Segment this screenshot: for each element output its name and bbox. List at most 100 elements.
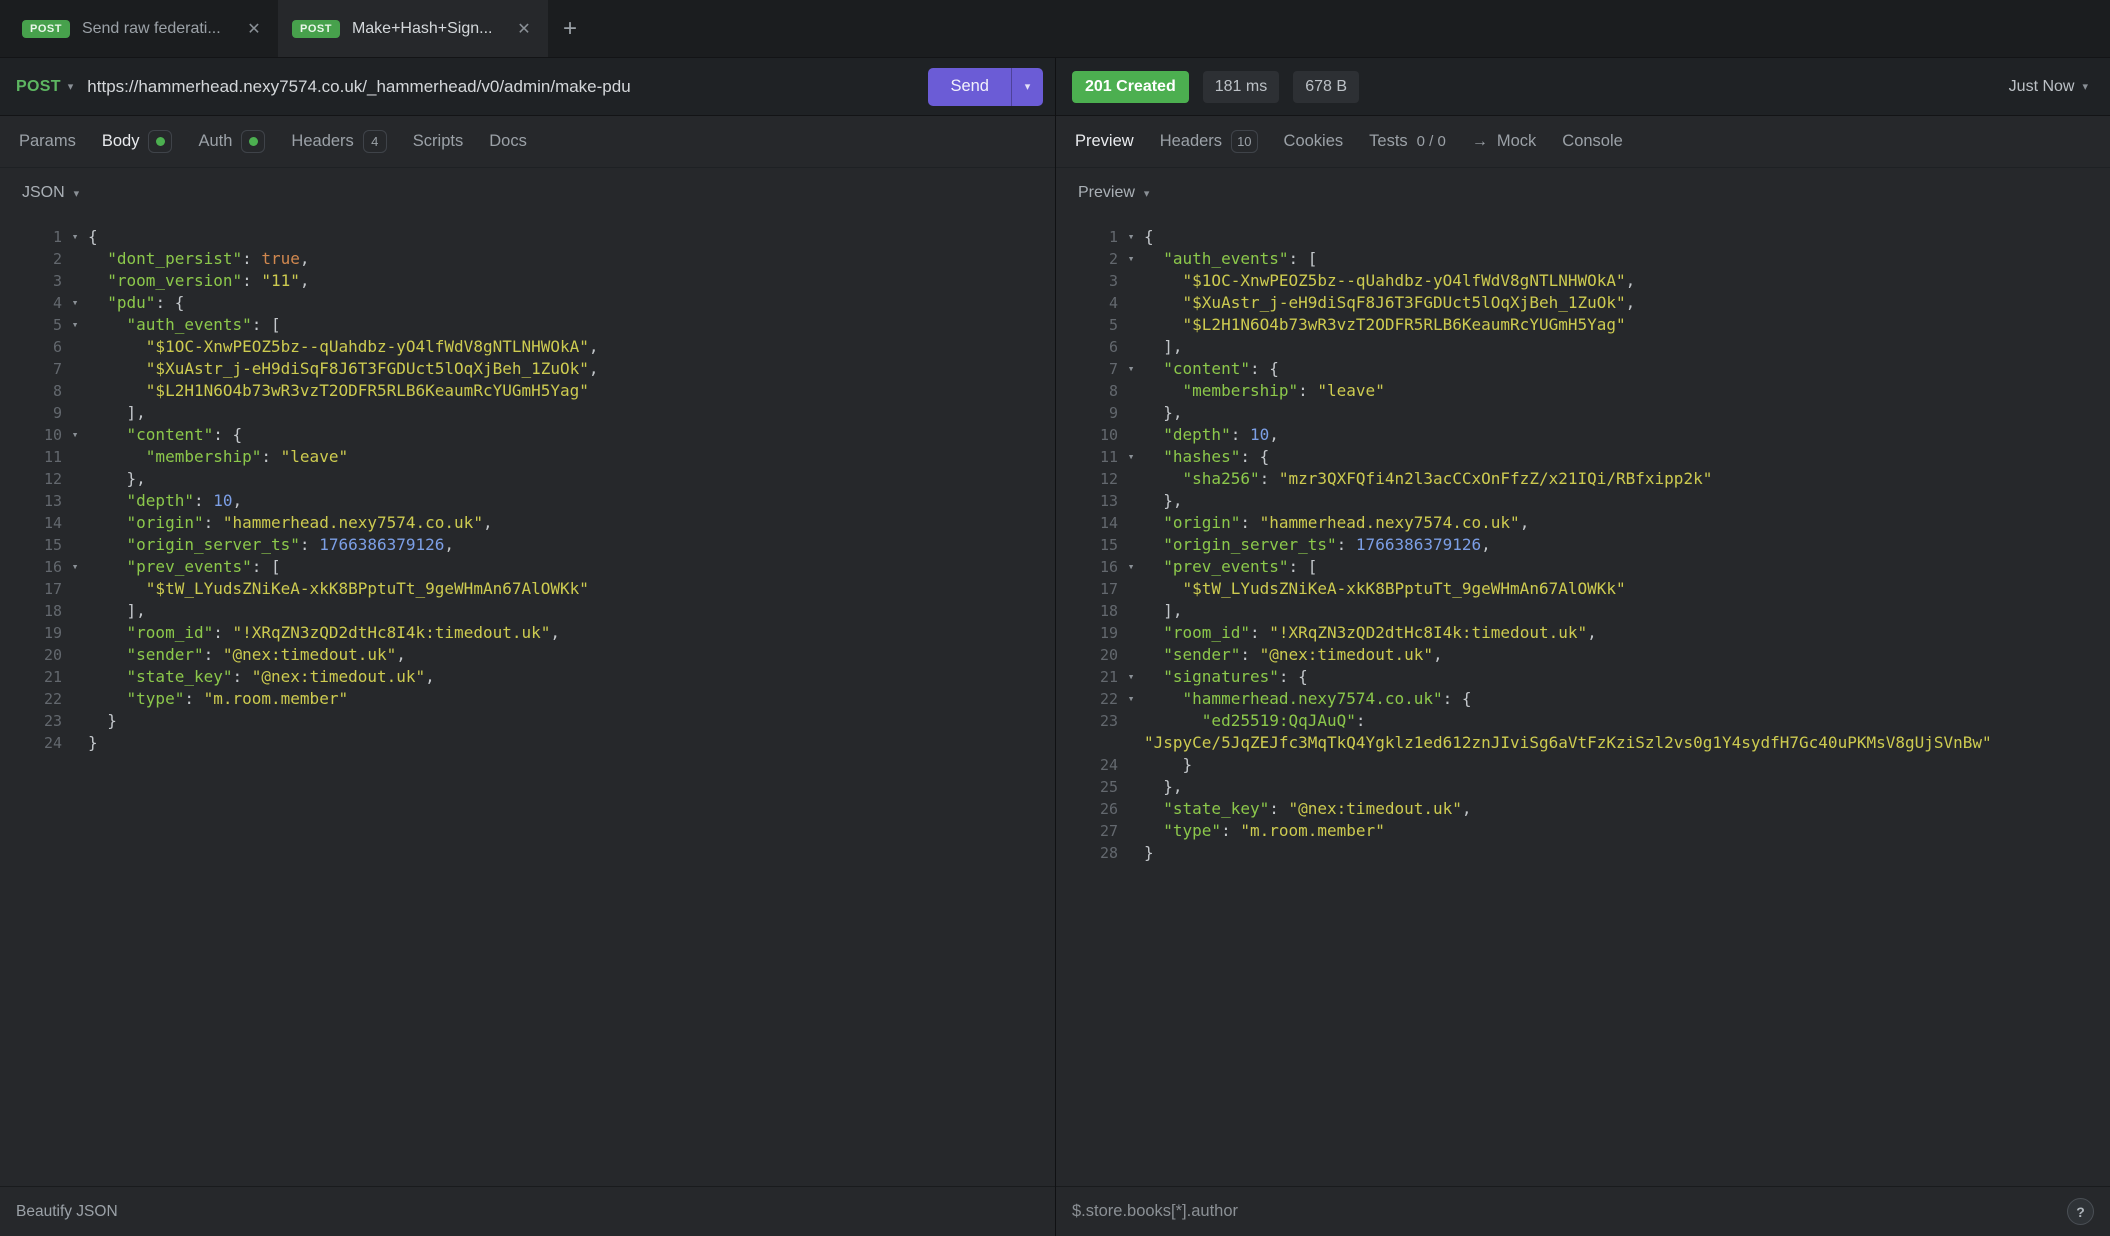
method-badge: POST bbox=[22, 20, 70, 38]
green-dot-icon bbox=[249, 137, 258, 146]
tab-params[interactable]: Params bbox=[6, 116, 89, 167]
close-icon[interactable]: ✕ bbox=[244, 19, 264, 39]
code-line: 26 "state_key": "@nex:timedout.uk", bbox=[1064, 798, 2110, 820]
code-text: { bbox=[1144, 226, 1154, 248]
code-text: "prev_events": [ bbox=[88, 556, 281, 578]
fold-spacer bbox=[1118, 578, 1144, 600]
response-age-label: Just Now bbox=[2009, 78, 2075, 96]
code-text: "room_version": "11", bbox=[88, 270, 310, 292]
tab-response-headers[interactable]: Headers 10 bbox=[1147, 116, 1271, 167]
tab-title: Make+Hash+Sign... bbox=[352, 20, 502, 38]
send-button[interactable]: Send bbox=[928, 68, 1011, 106]
body-type-select[interactable]: JSON ▾ bbox=[0, 168, 1055, 218]
code-text: "state_key": "@nex:timedout.uk", bbox=[1144, 798, 1472, 820]
tab-cookies[interactable]: Cookies bbox=[1271, 116, 1357, 167]
code-line: 16▾ "prev_events": [ bbox=[1064, 556, 2110, 578]
fold-caret-icon[interactable]: ▾ bbox=[1118, 226, 1144, 248]
response-subtabs: Preview Headers 10 Cookies Tests 0 / 0 →… bbox=[1056, 116, 2110, 168]
url-input[interactable]: https://hammerhead.nexy7574.co.uk/_hamme… bbox=[87, 77, 914, 97]
beautify-json-button[interactable]: Beautify JSON bbox=[16, 1203, 118, 1221]
code-text: "origin_server_ts": 1766386379126, bbox=[1144, 534, 1491, 556]
fold-caret-icon[interactable]: ▾ bbox=[1118, 358, 1144, 380]
code-text: "sender": "@nex:timedout.uk", bbox=[1144, 644, 1443, 666]
code-line: 12 "sha256": "mzr3QXFQfi4n2l3acCCxOnFfzZ… bbox=[1064, 468, 2110, 490]
tab-auth[interactable]: Auth bbox=[185, 116, 278, 167]
line-number: 1 bbox=[8, 226, 62, 248]
fold-caret-icon[interactable]: ▾ bbox=[62, 556, 88, 578]
tab-label: Console bbox=[1562, 132, 1623, 151]
line-number: 19 bbox=[8, 622, 62, 644]
tab-mock[interactable]: → Mock bbox=[1459, 116, 1549, 167]
code-text: "origin": "hammerhead.nexy7574.co.uk", bbox=[1144, 512, 1529, 534]
code-text: "$L2H1N6O4b73wR3vzT2ODFR5RLB6KeaumRcYUGm… bbox=[88, 380, 589, 402]
line-number: 20 bbox=[8, 644, 62, 666]
code-line: 22▾ "hammerhead.nexy7574.co.uk": { bbox=[1064, 688, 2110, 710]
fold-spacer bbox=[62, 622, 88, 644]
tab-docs[interactable]: Docs bbox=[476, 116, 540, 167]
new-tab-button[interactable]: + bbox=[548, 0, 592, 57]
arrow-right-icon: → bbox=[1472, 133, 1488, 151]
response-history-select[interactable]: Just Now ▾ bbox=[2009, 78, 2094, 96]
code-line: 9 ], bbox=[8, 402, 1055, 424]
request-body-editor[interactable]: 1▾{2 "dont_persist": true,3 "room_versio… bbox=[0, 218, 1055, 1186]
preview-mode-select[interactable]: Preview ▾ bbox=[1056, 168, 2110, 218]
code-line: 7▾ "content": { bbox=[1064, 358, 2110, 380]
line-number: 6 bbox=[8, 336, 62, 358]
fold-spacer bbox=[62, 380, 88, 402]
code-line: 21 "state_key": "@nex:timedout.uk", bbox=[8, 666, 1055, 688]
code-text: ], bbox=[88, 600, 146, 622]
code-line: 20 "sender": "@nex:timedout.uk", bbox=[1064, 644, 2110, 666]
code-line: 28} bbox=[1064, 842, 2110, 864]
close-icon[interactable]: ✕ bbox=[514, 19, 534, 39]
fold-spacer bbox=[62, 336, 88, 358]
main-split: POST ▾ https://hammerhead.nexy7574.co.uk… bbox=[0, 58, 2110, 1236]
code-text: { bbox=[88, 226, 98, 248]
tab-label: Docs bbox=[489, 132, 527, 151]
line-number: 15 bbox=[8, 534, 62, 556]
tab-tests[interactable]: Tests 0 / 0 bbox=[1356, 116, 1459, 167]
fold-spacer bbox=[62, 446, 88, 468]
code-text: "auth_events": [ bbox=[1144, 248, 1317, 270]
fold-caret-icon[interactable]: ▾ bbox=[1118, 666, 1144, 688]
fold-spacer bbox=[62, 490, 88, 512]
line-number: 22 bbox=[1064, 688, 1118, 710]
code-text: } bbox=[1144, 842, 1154, 864]
code-line: 17 "$tW_LYudsZNiKeA-xkK8BPptuTt_9geWHmAn… bbox=[1064, 578, 2110, 600]
tab-scripts[interactable]: Scripts bbox=[400, 116, 476, 167]
method-badge: POST bbox=[292, 20, 340, 38]
fold-caret-icon[interactable]: ▾ bbox=[62, 314, 88, 336]
tab-headers[interactable]: Headers 4 bbox=[278, 116, 399, 167]
line-number: 19 bbox=[1064, 622, 1118, 644]
fold-caret-icon[interactable]: ▾ bbox=[62, 424, 88, 446]
code-text: "origin": "hammerhead.nexy7574.co.uk", bbox=[88, 512, 493, 534]
response-filter-input[interactable] bbox=[1072, 1202, 2067, 1221]
tab-console[interactable]: Console bbox=[1549, 116, 1636, 167]
fold-caret-icon[interactable]: ▾ bbox=[1118, 446, 1144, 468]
send-options-button[interactable]: ▾ bbox=[1011, 68, 1043, 106]
code-text: "pdu": { bbox=[88, 292, 184, 314]
fold-spacer bbox=[62, 578, 88, 600]
tab-preview[interactable]: Preview bbox=[1062, 116, 1147, 167]
tab-body[interactable]: Body bbox=[89, 116, 186, 167]
code-line: "JspyCe/5JqZEJfc3MqTkQ4Ygklz1ed612znJIvi… bbox=[1064, 732, 2110, 754]
preview-mode-label: Preview bbox=[1078, 184, 1135, 202]
fold-caret-icon[interactable]: ▾ bbox=[62, 226, 88, 248]
response-pane: 201 Created 181 ms 678 B Just Now ▾ Prev… bbox=[1056, 58, 2110, 1236]
help-icon[interactable]: ? bbox=[2067, 1198, 2094, 1225]
request-tab-make-hash-sign[interactable]: POST Make+Hash+Sign... ✕ bbox=[278, 0, 548, 57]
code-line: 3 "$1OC-XnwPEOZ5bz--qUahdbz-yO4lfWdV8gNT… bbox=[1064, 270, 2110, 292]
fold-caret-icon[interactable]: ▾ bbox=[1118, 248, 1144, 270]
fold-caret-icon[interactable]: ▾ bbox=[62, 292, 88, 314]
code-text: "JspyCe/5JqZEJfc3MqTkQ4Ygklz1ed612znJIvi… bbox=[1144, 732, 1992, 754]
code-line: 11▾ "hashes": { bbox=[1064, 446, 2110, 468]
line-number: 12 bbox=[1064, 468, 1118, 490]
fold-caret-icon[interactable]: ▾ bbox=[1118, 556, 1144, 578]
code-line: 19 "room_id": "!XRqZN3zQD2dtHc8I4k:timed… bbox=[8, 622, 1055, 644]
request-tab-send-raw-federation[interactable]: POST Send raw federati... ✕ bbox=[8, 0, 278, 57]
green-dot-icon bbox=[156, 137, 165, 146]
fold-caret-icon[interactable]: ▾ bbox=[1118, 688, 1144, 710]
tab-label: Params bbox=[19, 132, 76, 151]
auth-set-indicator bbox=[241, 130, 265, 153]
method-select[interactable]: POST ▾ bbox=[16, 78, 73, 96]
send-split-button: Send ▾ bbox=[928, 68, 1043, 106]
